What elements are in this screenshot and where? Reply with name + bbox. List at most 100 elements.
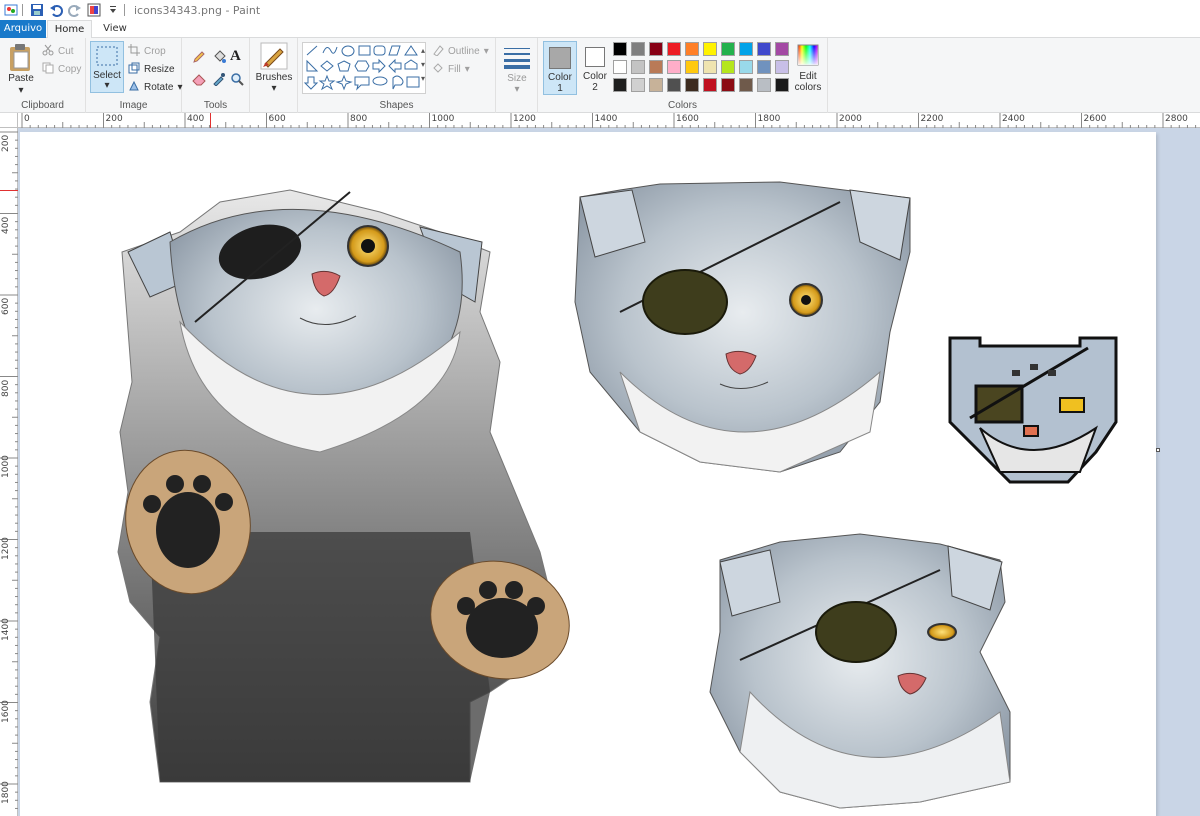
- palette-swatch[interactable]: [685, 60, 699, 74]
- outline-button[interactable]: Outline ▾: [432, 43, 489, 59]
- palette-swatch[interactable]: [685, 42, 699, 56]
- magnifier-icon[interactable]: [230, 72, 244, 89]
- drawing-canvas[interactable]: [20, 132, 1156, 816]
- copy-button[interactable]: Copy: [42, 61, 81, 77]
- palette-swatch[interactable]: [757, 60, 771, 74]
- ruler-top-label: 200: [105, 114, 123, 124]
- palette-swatch[interactable]: [757, 42, 771, 56]
- paint-app-icon[interactable]: [3, 2, 19, 18]
- paste-button[interactable]: Paste ▾: [6, 41, 36, 101]
- image-group: Select ▾ Crop Resize Rotate ▾ Image: [86, 38, 183, 113]
- colors-group: Color 1 Color 2 Edit colors Colors: [538, 38, 828, 113]
- shapes-scroll[interactable]: ▴ ▾ ▾: [421, 44, 429, 92]
- color1-label: Color: [548, 72, 572, 83]
- tools-group: A Tools: [182, 38, 250, 113]
- paste-icon: [10, 44, 30, 71]
- ruler-left: 200 400 600 800 1000 1200 1400 1600 1800: [0, 128, 18, 816]
- chevron-down-icon: ▾: [483, 45, 489, 57]
- palette-swatch[interactable]: [667, 60, 681, 74]
- palette-swatch[interactable]: [703, 60, 717, 74]
- workspace[interactable]: [18, 128, 1200, 816]
- outline-icon: [432, 44, 444, 59]
- palette-swatch[interactable]: [721, 42, 735, 56]
- palette-swatch[interactable]: [739, 78, 753, 92]
- resize-icon: [128, 62, 140, 77]
- pencil-icon[interactable]: [192, 50, 206, 67]
- canvas-resize-handle[interactable]: [1156, 448, 1160, 452]
- palette-swatch[interactable]: [613, 78, 627, 92]
- outline-label: Outline: [448, 45, 480, 57]
- select-button[interactable]: Select ▾: [90, 41, 124, 93]
- palette-swatch[interactable]: [649, 78, 663, 92]
- size-group: Size ▾: [496, 38, 538, 113]
- ruler-left-label: 400: [1, 216, 11, 234]
- ruler-top-label: 600: [268, 114, 286, 124]
- color1-button[interactable]: Color 1: [543, 41, 577, 95]
- ruler-top-label: 1400: [594, 114, 618, 124]
- cat-head-eyepatch-artwork: [574, 181, 911, 473]
- palette-swatch[interactable]: [667, 42, 681, 56]
- tab-home[interactable]: Home: [47, 20, 92, 39]
- palette-swatch[interactable]: [685, 78, 699, 92]
- palette-swatch[interactable]: [703, 42, 717, 56]
- palette-swatch[interactable]: [739, 60, 753, 74]
- palette-swatch[interactable]: [757, 78, 771, 92]
- edit-colors-button[interactable]: Edit colors: [790, 41, 826, 97]
- save-icon[interactable]: [29, 2, 45, 18]
- ruler-top-label: 1200: [513, 114, 536, 124]
- ruler-left-label: 1400: [1, 618, 11, 641]
- brushes-group: Brushes ▾: [250, 38, 298, 113]
- title-bar: icons34343.png - Paint: [0, 0, 1200, 20]
- palette-swatch[interactable]: [631, 60, 645, 74]
- palette-swatch[interactable]: [649, 60, 663, 74]
- ruler-left-label: 600: [1, 297, 11, 315]
- separator: [22, 4, 23, 16]
- copy-label: Copy: [58, 63, 82, 75]
- fill-button[interactable]: Fill ▾: [432, 61, 470, 77]
- ruler-left-label: 1000: [1, 455, 11, 478]
- redo-icon[interactable]: [67, 2, 83, 18]
- palette-swatch[interactable]: [721, 78, 735, 92]
- cut-button[interactable]: Cut: [42, 43, 74, 59]
- shapes-gallery-icons: [303, 45, 420, 91]
- rotate-button[interactable]: Rotate ▾: [128, 79, 183, 95]
- shapes-gallery[interactable]: [302, 42, 426, 94]
- color2-number: 2: [592, 82, 598, 93]
- color1-number: 1: [557, 83, 563, 94]
- palette-swatch[interactable]: [703, 78, 717, 92]
- color-picker-eyedropper-icon[interactable]: [212, 72, 226, 89]
- text-tool-icon[interactable]: A: [230, 48, 241, 65]
- palette-swatch[interactable]: [721, 60, 735, 74]
- palette-swatch[interactable]: [631, 78, 645, 92]
- rotate-icon: [128, 80, 140, 95]
- palette-swatch[interactable]: [775, 60, 789, 74]
- brushes-button[interactable]: Brushes ▾: [254, 42, 294, 96]
- palette-swatch[interactable]: [775, 78, 789, 92]
- undo-icon[interactable]: [48, 2, 64, 18]
- fill-bucket-icon[interactable]: [212, 50, 226, 67]
- tab-file[interactable]: Arquivo: [0, 20, 46, 38]
- crop-label: Crop: [144, 45, 166, 57]
- palette-swatch[interactable]: [613, 42, 627, 56]
- palette-swatch[interactable]: [667, 78, 681, 92]
- clipboard-group-label: Clipboard: [21, 100, 64, 111]
- tab-view[interactable]: View: [95, 20, 135, 38]
- resize-button[interactable]: Resize: [128, 61, 175, 77]
- color-picker-icon[interactable]: [86, 2, 102, 18]
- eraser-icon[interactable]: [192, 72, 206, 89]
- chevron-down-icon: ▾: [464, 63, 470, 75]
- customize-dropdown-icon[interactable]: [105, 2, 121, 18]
- size-button[interactable]: Size ▾: [500, 42, 534, 95]
- palette-swatch[interactable]: [775, 42, 789, 56]
- color2-swatch: [585, 47, 605, 67]
- tools-group-label: Tools: [203, 100, 228, 111]
- palette-swatch[interactable]: [649, 42, 663, 56]
- palette-swatch[interactable]: [613, 60, 627, 74]
- crop-button[interactable]: Crop: [128, 43, 166, 59]
- color2-button[interactable]: Color 2: [578, 41, 612, 95]
- clipboard-group: Paste ▾ Cut Copy Clipboard: [0, 38, 86, 113]
- palette-swatch[interactable]: [631, 42, 645, 56]
- ruler-left-label: 800: [1, 379, 11, 397]
- color2-value: [586, 48, 604, 66]
- palette-swatch[interactable]: [739, 42, 753, 56]
